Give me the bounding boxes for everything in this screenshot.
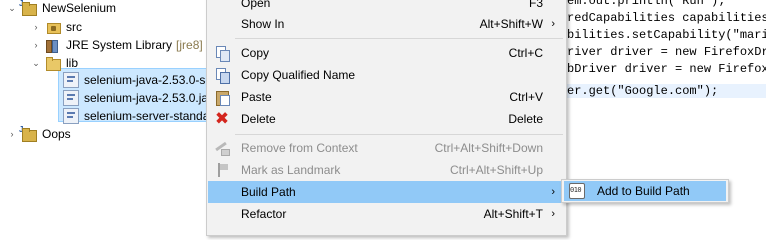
collapsed-chevron-icon[interactable]: › (30, 39, 42, 51)
expanded-chevron-icon[interactable]: ⌄ (6, 2, 18, 14)
code-line: er.get("Google.com"); (567, 84, 766, 98)
menu-item-shortcut: F3 (528, 0, 543, 10)
tree-item-newselenium[interactable]: ⌄ J NewSelenium (6, 0, 116, 18)
paste-icon (214, 89, 230, 106)
copy-qualified-name-icon (214, 67, 230, 84)
menu-item-shortcut: Alt+Shift+T (483, 207, 543, 221)
menu-item-paste[interactable]: Paste Ctrl+V (208, 86, 565, 108)
tree-item-src[interactable]: › src (30, 17, 82, 37)
menu-item-label: Add to Build Path (597, 184, 690, 198)
delete-icon: ✖ (214, 109, 230, 128)
tree-item-oops[interactable]: › J Oops (6, 124, 71, 144)
expanded-chevron-icon[interactable]: ⌄ (30, 57, 42, 69)
menu-item-label: Mark as Landmark (241, 163, 341, 177)
landmark-icon (214, 162, 230, 178)
java-project-icon: J (19, 125, 37, 142)
code-line: bilities.setCapability("mario (567, 28, 766, 42)
menu-item-copy-qualified-name[interactable]: Copy Qualified Name (208, 64, 565, 86)
jar-file-icon (63, 72, 79, 88)
submenu-arrow-icon: › (551, 18, 555, 30)
submenu-arrow-icon: › (551, 186, 555, 198)
tree-item-jar[interactable]: selenium-java-2.53.0-s (63, 70, 205, 90)
copy-icon (214, 45, 230, 62)
menu-item-show-in[interactable]: Show In Alt+Shift+W › (208, 13, 565, 35)
menu-item-delete[interactable]: ✖ Delete Delete (208, 108, 565, 130)
menu-item-shortcut: Ctrl+C (508, 46, 543, 60)
collapsed-chevron-icon[interactable]: › (6, 128, 18, 140)
tree-item-label: src (66, 20, 82, 34)
code-line: bDriver driver = new FirefoxD (567, 62, 766, 76)
menu-item-copy[interactable]: Copy Ctrl+C (208, 42, 565, 64)
source-folder-icon (45, 19, 61, 35)
context-menu: Open F3 Show In Alt+Shift+W › Copy Ctrl+… (206, 0, 567, 236)
menu-item-shortcut: Ctrl+Alt+Shift+Down (434, 141, 543, 155)
tree-item-label: NewSelenium (42, 1, 117, 15)
tree-item-label: selenium-server-standa (84, 109, 210, 123)
tree-item-label: lib (66, 56, 79, 70)
menu-item-add-to-build-path[interactable]: Add to Build Path (564, 181, 726, 201)
menu-item-shortcut: Ctrl+V (509, 90, 543, 104)
library-icon (45, 37, 61, 53)
menu-item-label: Refactor (241, 207, 287, 221)
submenu-arrow-icon: › (551, 208, 555, 220)
code-line: em.out.println("Run"); (567, 0, 726, 8)
menu-item-label: Remove from Context (241, 141, 358, 155)
tree-item-label: Oops (42, 127, 71, 141)
menu-item-label: Build Path (241, 185, 296, 199)
menu-item-shortcut: Ctrl+Alt+Shift+Up (449, 163, 543, 177)
menu-separator (235, 38, 563, 39)
menu-item-label: Copy Qualified Name (241, 68, 356, 82)
menu-item-build-path[interactable]: Build Path › (208, 181, 565, 203)
menu-item-label: Open (241, 0, 271, 10)
project-explorer: ⌄ J NewSelenium › src › JRE System Libra… (0, 0, 230, 233)
menu-item-mark-as-landmark[interactable]: Mark as Landmark Ctrl+Alt+Shift+Up (208, 159, 565, 181)
java-project-icon: J (19, 0, 37, 16)
menu-item-shortcut: Delete (508, 112, 543, 126)
menu-item-remove-from-context[interactable]: Remove from Context Ctrl+Alt+Shift+Down (208, 137, 565, 159)
menu-item-open[interactable]: Open F3 (208, 0, 565, 14)
remove-from-context-icon (214, 140, 230, 156)
menu-item-label: Paste (241, 90, 272, 104)
menu-item-shortcut: Alt+Shift+W (479, 17, 543, 31)
collapsed-chevron-icon[interactable]: › (30, 21, 42, 33)
add-to-build-path-icon (569, 183, 585, 199)
tree-item-label: selenium-java-2.53.0.ja (84, 91, 209, 105)
menu-item-label: Delete (241, 112, 276, 126)
tree-item-label: JRE System Library (66, 38, 173, 52)
tree-item-label: selenium-java-2.53.0-s (84, 73, 206, 87)
tree-item-jar[interactable]: selenium-server-standa (63, 106, 209, 126)
menu-item-label: Copy (241, 46, 270, 60)
jar-file-icon (63, 90, 79, 106)
folder-icon (45, 55, 61, 71)
menu-separator (235, 134, 563, 135)
menu-item-label: Show In (241, 17, 285, 31)
tree-item-jar[interactable]: selenium-java-2.53.0.ja (63, 88, 208, 108)
menu-item-refactor[interactable]: Refactor Alt+Shift+T › (208, 203, 565, 225)
tree-item-jre-system-library[interactable]: › JRE System Library [jre8] (30, 35, 203, 55)
jar-file-icon (63, 108, 79, 124)
code-line: redCapabilities capabilities= (567, 11, 766, 25)
code-line: river driver = new FirefoxDri (567, 45, 766, 59)
build-path-submenu: Add to Build Path (561, 179, 729, 203)
tree-item-suffix: [jre8] (176, 38, 203, 52)
